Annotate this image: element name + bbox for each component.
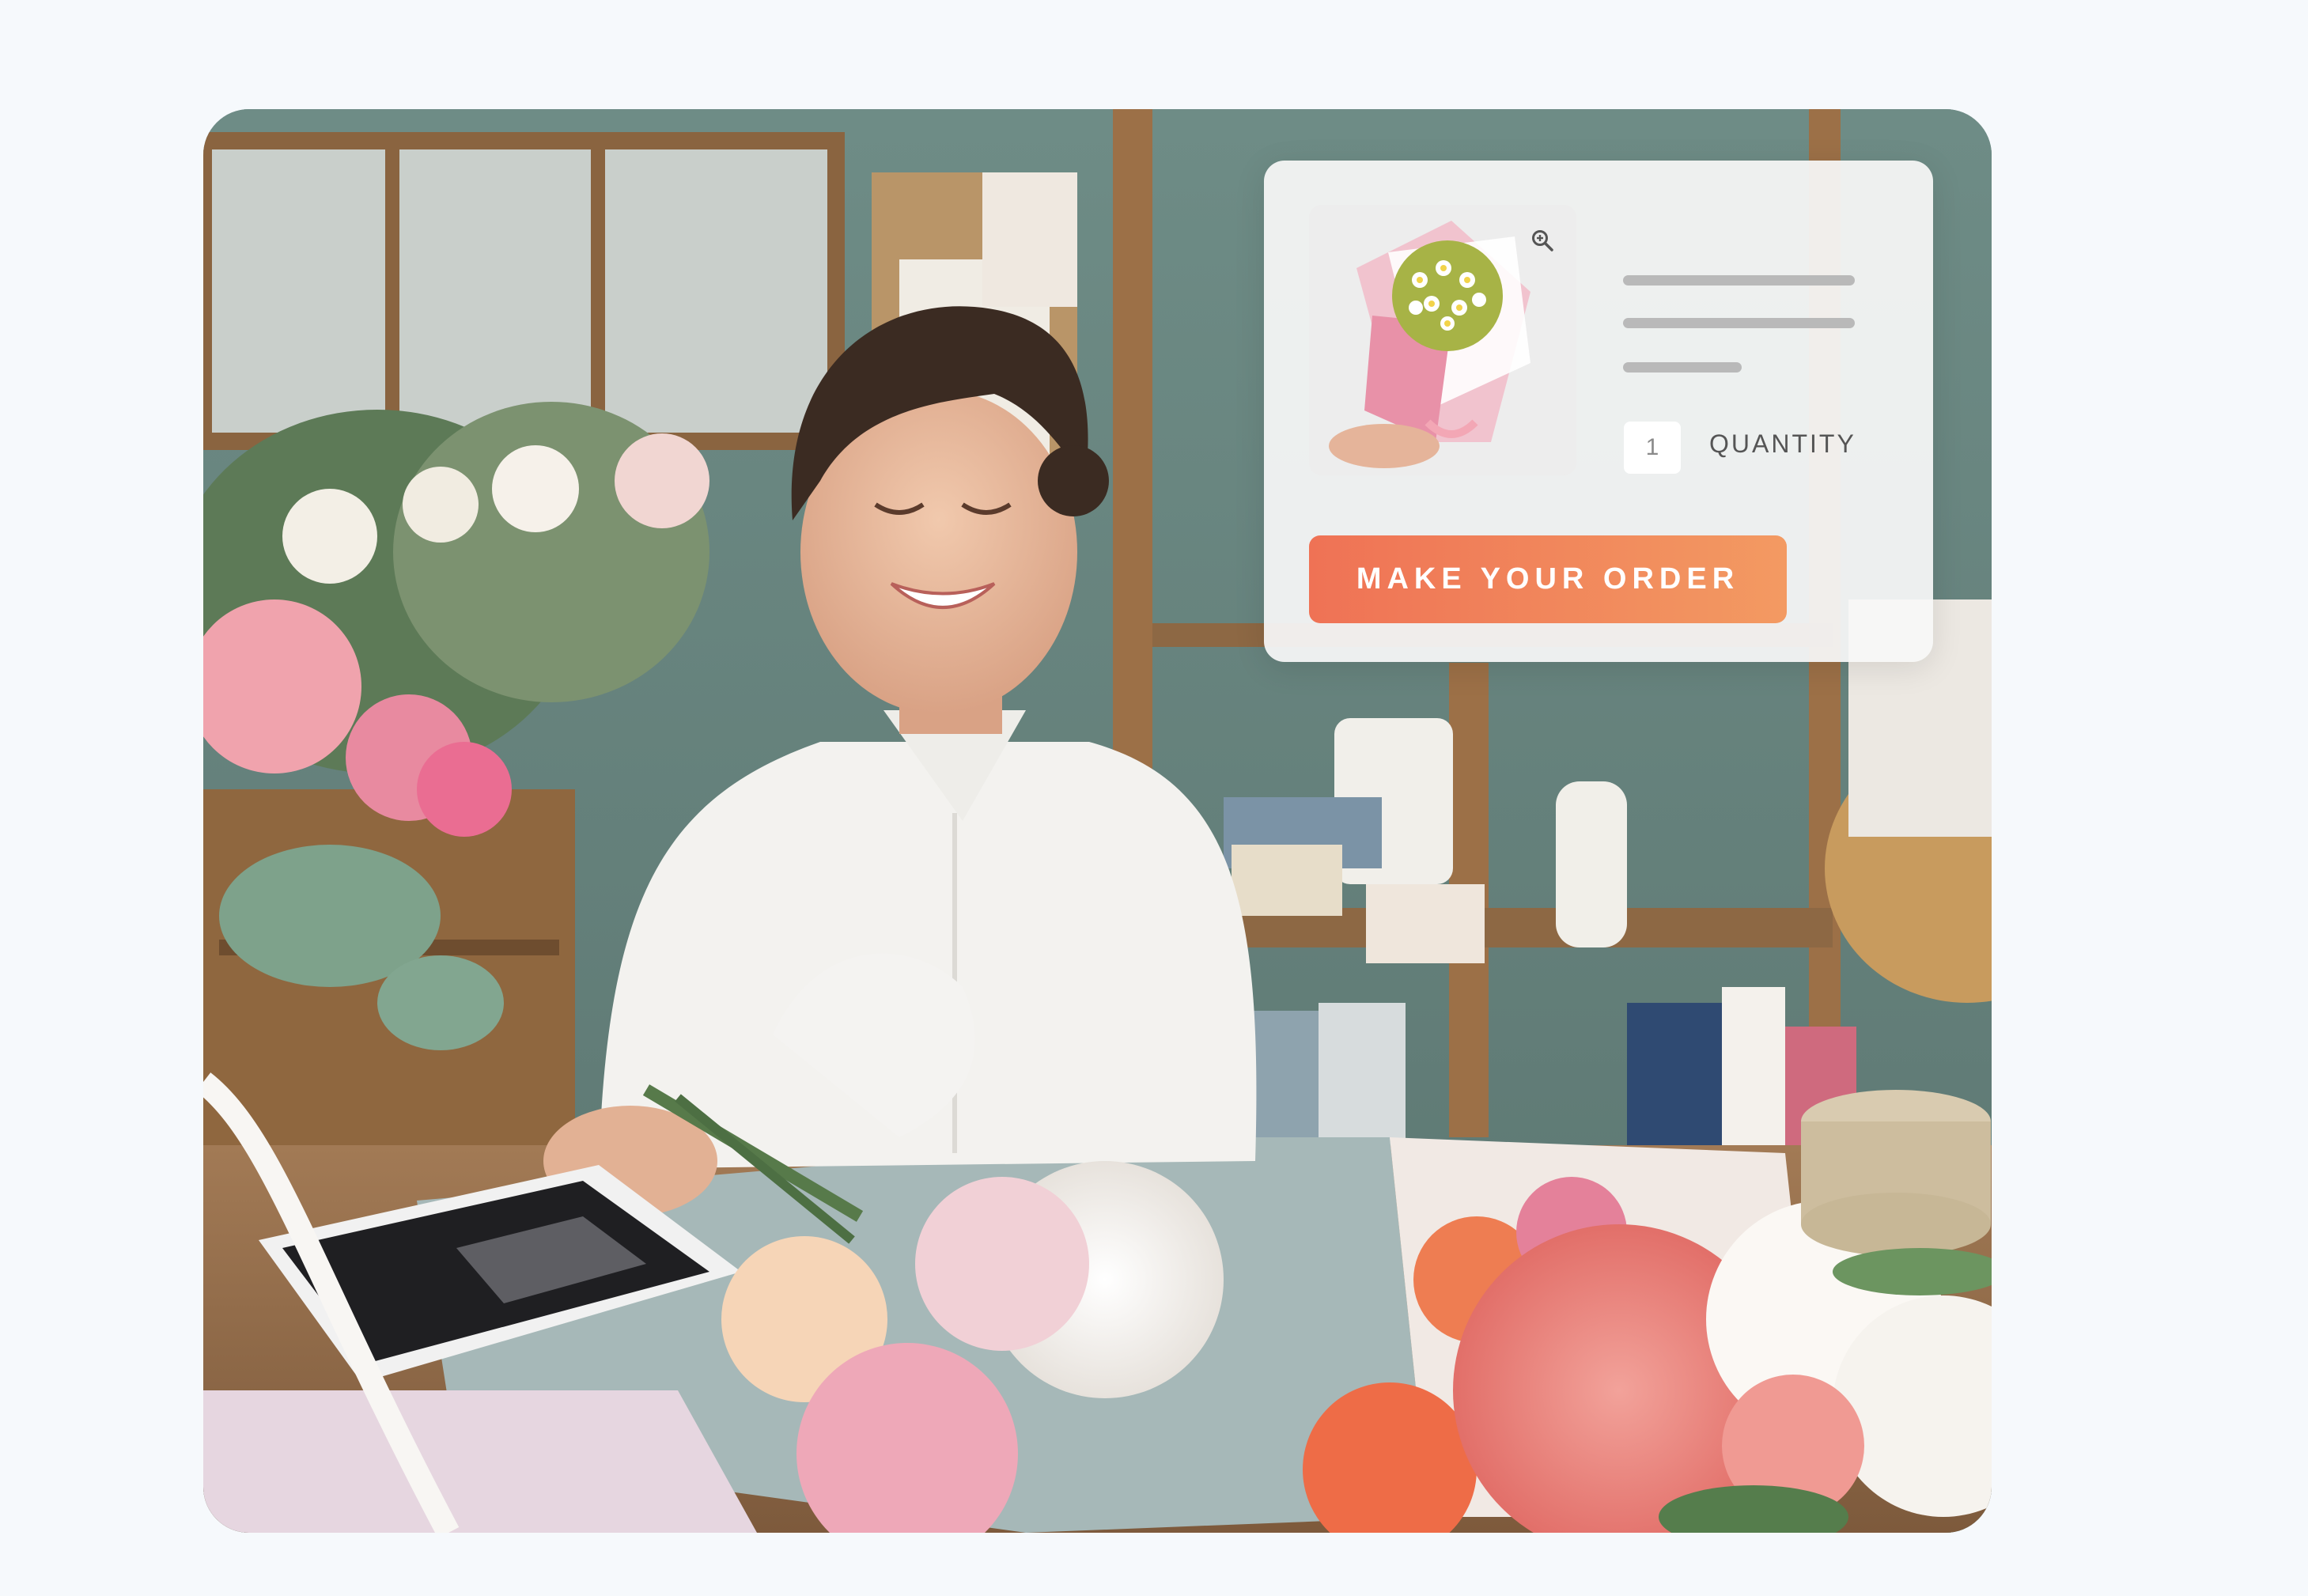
- product-price-placeholder: [1623, 362, 1742, 373]
- order-card: 1 QUANTITY MAKE YOUR ORDER: [1264, 161, 1933, 662]
- make-your-order-button[interactable]: MAKE YOUR ORDER: [1309, 535, 1787, 623]
- zoom-in-icon[interactable]: [1524, 222, 1561, 259]
- quantity-label: QUANTITY: [1709, 429, 1856, 458]
- product-subtitle-placeholder: [1623, 318, 1855, 328]
- quantity-input[interactable]: 1: [1624, 422, 1681, 474]
- order-button-label: MAKE YOUR ORDER: [1356, 562, 1740, 596]
- quantity-value: 1: [1645, 434, 1659, 460]
- product-title-placeholder: [1623, 275, 1855, 286]
